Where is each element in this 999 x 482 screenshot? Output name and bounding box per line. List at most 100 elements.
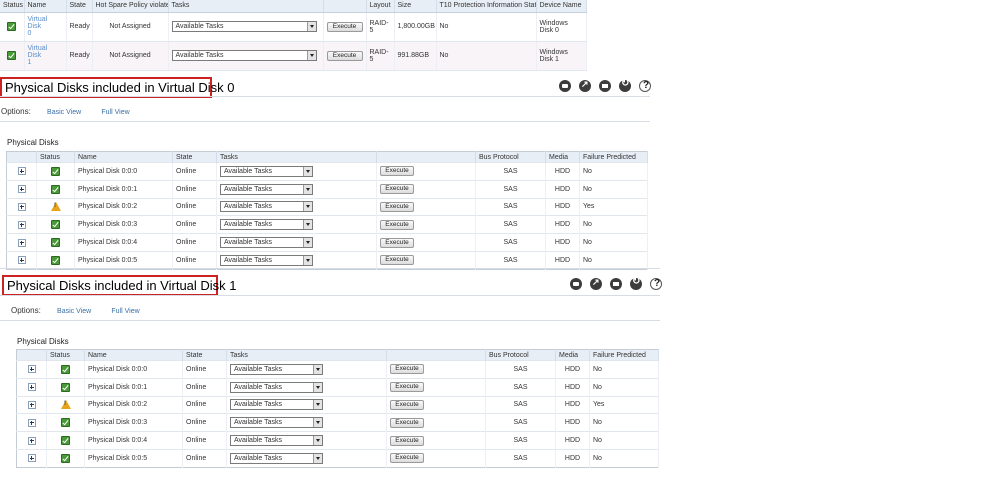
printer-icon[interactable] [559,80,571,92]
expand-icon[interactable] [17,202,26,211]
execute-button[interactable]: Execute [380,201,414,212]
vd-tasks-select[interactable]: Available Tasks [171,50,317,61]
pd-media: HDD [545,250,580,270]
basic-view-link[interactable]: Basic View [57,308,91,315]
pd-col-tasks[interactable]: Tasks [226,349,387,361]
pd-bus-protocol: SAS [475,179,546,199]
export-icon[interactable] [579,79,591,92]
table-row: Physical Disk 0:0:4 Online Available Tasks… [16,431,659,450]
expand-icon[interactable] [17,220,26,229]
pd-col-tasks[interactable]: Tasks [216,151,377,163]
vd-tasks-select[interactable]: Available Tasks [171,21,317,32]
basic-view-link[interactable]: Basic View [47,109,81,116]
vd-col-state[interactable]: State [66,0,93,13]
pd-col-blank [386,349,486,361]
pd-tasks-select[interactable]: Available Tasks [220,201,313,213]
vd-col-name[interactable]: Name [24,0,67,13]
printer-icon[interactable] [570,278,582,290]
execute-button[interactable]: Execute [390,364,424,375]
vd-name-link[interactable]: Virtual Disk 1 [24,41,67,71]
pd-name: Physical Disk 0:0:0 [84,360,183,379]
expand-icon[interactable] [27,365,36,374]
pd-col-failure-predicted[interactable]: Failure Predicted [589,349,659,361]
execute-button[interactable]: Execute [390,417,424,428]
expand-icon[interactable] [27,383,36,392]
full-view-link[interactable]: Full View [101,109,129,116]
pd-col-failure-predicted[interactable]: Failure Predicted [579,151,648,163]
pd-tasks-select[interactable]: Available Tasks [220,183,313,195]
vd-col-hot-spare[interactable]: Hot Spare Policy violated [92,0,169,13]
email-icon[interactable] [599,80,611,92]
expand-icon[interactable] [17,185,26,194]
pd-tasks-select[interactable]: Available Tasks [220,237,313,249]
pd-tasks-select[interactable]: Available Tasks [230,435,323,447]
execute-button[interactable]: Execute [380,166,414,177]
execute-button[interactable]: Execute [326,50,363,61]
vd-col-layout[interactable]: Layout [366,0,395,13]
pd-state: Online [172,179,217,199]
pd-tasks-select[interactable]: Available Tasks [220,219,313,231]
vd-col-device[interactable]: Device Name [536,0,587,13]
pd-col-media[interactable]: Media [555,349,590,361]
pd-col-state[interactable]: State [172,151,217,163]
refresh-icon[interactable] [630,276,642,290]
pd-tasks-select[interactable]: Available Tasks [230,399,323,411]
export-icon[interactable] [590,277,602,290]
vd-name-link[interactable]: Virtual Disk 0 [24,12,67,42]
vd-col-size[interactable]: Size [394,0,437,13]
execute-button[interactable]: Execute [380,255,414,266]
divider [0,121,650,122]
table-row: Physical Disk 0:0:1 Online Available Tasks… [6,179,648,199]
expand-icon[interactable] [27,400,36,409]
options-bar: Options: Basic View Full View [1,107,130,116]
pd-col-media[interactable]: Media [545,151,580,163]
expand-icon[interactable] [17,238,26,247]
expand-icon[interactable] [27,454,36,463]
execute-button[interactable]: Execute [390,382,424,393]
pd-failure-predicted: No [589,431,659,450]
refresh-icon[interactable] [619,78,631,92]
expand-icon[interactable] [27,436,36,445]
full-view-link[interactable]: Full View [111,308,139,315]
pd-bus-protocol: SAS [475,233,546,252]
pd-tasks-select[interactable]: Available Tasks [230,363,323,375]
chevron-down-icon [303,255,312,265]
pd-tasks-select[interactable]: Available Tasks [230,417,323,429]
pd-state: Online [172,250,217,270]
execute-button[interactable]: Execute [380,219,414,230]
vd-col-tasks[interactable]: Tasks [168,0,324,13]
execute-button[interactable]: Execute [390,453,424,464]
vd-col-t10[interactable]: T10 Protection Information Status [436,0,537,13]
pd-bus-protocol: SAS [485,431,556,450]
execute-button[interactable]: Execute [380,237,414,248]
pd-col-status[interactable]: Status [46,349,85,361]
help-icon[interactable] [639,80,651,92]
pd-col-bus-protocol[interactable]: Bus Protocol [485,349,556,361]
pd-col-state[interactable]: State [182,349,227,361]
execute-button[interactable]: Execute [380,184,414,195]
expand-icon[interactable] [17,256,26,265]
pd-tasks-select[interactable]: Available Tasks [220,165,313,177]
email-icon[interactable] [610,278,622,290]
pd-col-bus-protocol[interactable]: Bus Protocol [475,151,546,163]
pd-name: Physical Disk 0:0:4 [74,233,173,252]
expand-icon[interactable] [17,167,26,176]
pd-state: Online [182,395,227,414]
execute-button[interactable]: Execute [326,21,363,32]
pd-col-name[interactable]: Name [84,349,183,361]
pd-tasks-select[interactable]: Available Tasks [220,254,313,266]
pd-tasks-select[interactable]: Available Tasks [230,381,323,393]
table-row: Physical Disk 0:0:0 Online Available Tasks… [6,162,648,181]
pd-tasks-select[interactable]: Available Tasks [230,452,323,464]
execute-button[interactable]: Execute [390,399,424,410]
pd-col-name[interactable]: Name [74,151,173,163]
chevron-down-icon [313,418,322,428]
help-icon[interactable] [650,278,662,290]
pd-name: Physical Disk 0:0:2 [74,197,173,216]
vd-t10: No [436,41,537,71]
vd-col-status[interactable]: Status [0,0,25,13]
status-ok-icon [61,418,70,428]
expand-icon[interactable] [27,418,36,427]
execute-button[interactable]: Execute [390,435,424,446]
pd-col-status[interactable]: Status [36,151,75,163]
